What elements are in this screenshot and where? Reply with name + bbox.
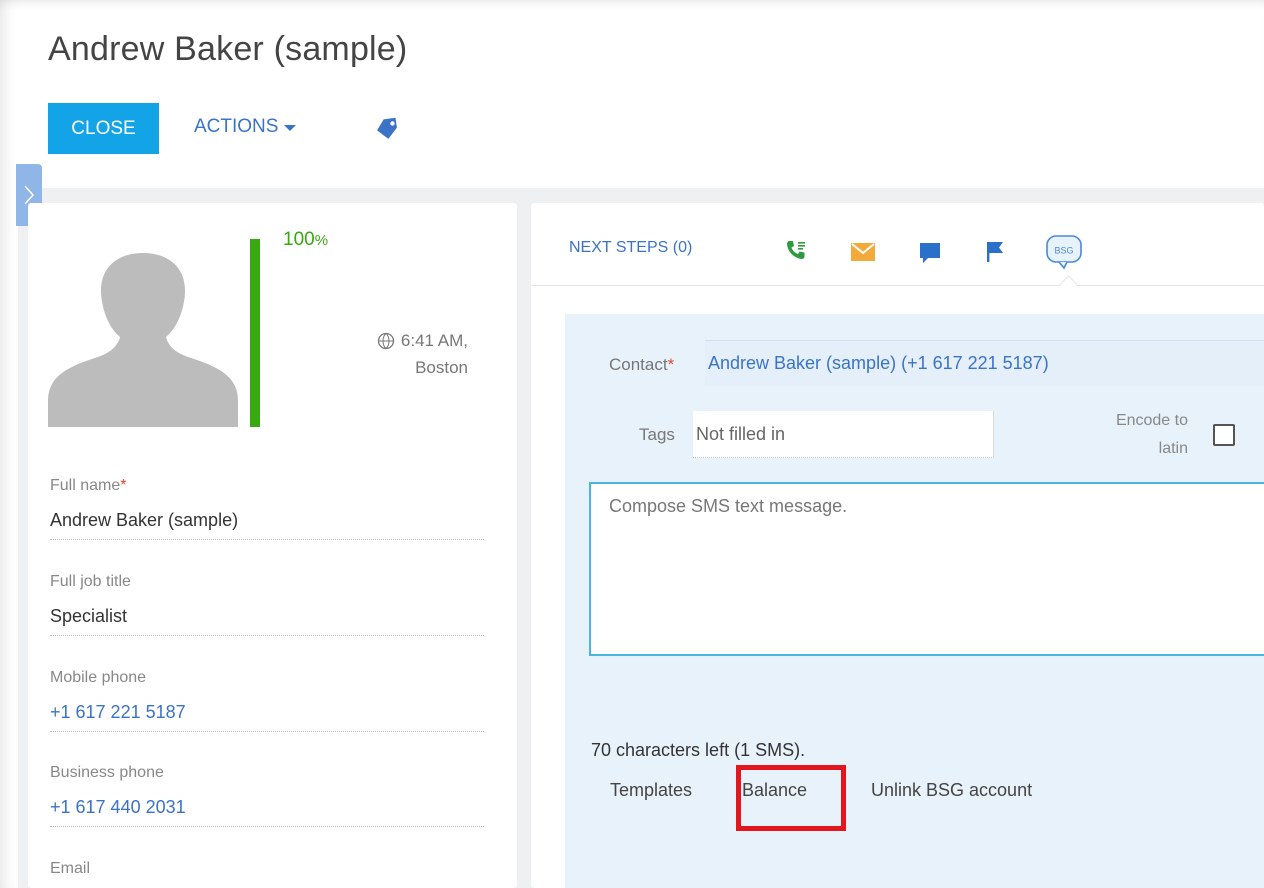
encode-to-latin-checkbox[interactable] — [1213, 424, 1235, 446]
email-field[interactable]: Email — [50, 860, 484, 878]
completeness-label: 100% — [283, 229, 328, 251]
field-label: Mobile phone — [50, 669, 147, 686]
actions-label: ACTIONS — [194, 116, 279, 137]
local-time: 6:41 AM, Boston — [348, 327, 468, 381]
job-title-value: Specialist — [50, 606, 484, 636]
sms-message-input[interactable]: Compose SMS text message. — [589, 482, 1264, 656]
time-text: 6:41 AM, — [400, 331, 468, 350]
contact-lookup[interactable]: Andrew Baker (sample) (+1 617 221 5187) — [705, 340, 1264, 386]
encode-label-line1: Encode to — [1115, 412, 1188, 429]
full-name-value: Andrew Baker (sample) — [50, 510, 484, 540]
completeness-bar — [250, 239, 260, 427]
actions-dropdown[interactable]: ACTIONS — [194, 116, 297, 138]
flag-icon[interactable] — [986, 241, 1004, 268]
chat-icon[interactable] — [919, 242, 941, 269]
mobile-phone-link[interactable]: +1 617 221 5187 — [50, 702, 484, 732]
required-marker: * — [667, 355, 675, 374]
field-label: Business phone — [50, 764, 164, 781]
phone-icon[interactable] — [785, 239, 807, 266]
email-icon[interactable] — [851, 243, 875, 266]
contact-label-text: Contact — [609, 355, 668, 374]
tabs-bar: NEXT STEPS (0) BSG — [531, 203, 1264, 286]
bsg-sms-icon[interactable]: BSG — [1045, 234, 1083, 275]
tag-icon[interactable] — [375, 117, 401, 144]
encode-label-line2: latin — [1158, 440, 1188, 457]
templates-link[interactable]: Templates — [610, 780, 692, 801]
completeness-unit: % — [314, 232, 329, 249]
profile-card: 100% 6:41 AM, Boston Full name* Andrew B… — [28, 203, 517, 888]
next-steps-tab[interactable]: NEXT STEPS (0) — [569, 239, 692, 257]
full-name-field[interactable]: Full name* Andrew Baker (sample) — [50, 477, 484, 540]
caret-down-icon — [284, 125, 297, 131]
contact-label: Contact* — [609, 355, 674, 375]
tags-input[interactable]: Not filled in — [693, 411, 994, 458]
encode-to-latin-label: Encode to latin — [1065, 407, 1188, 463]
sms-panel: Contact* Andrew Baker (sample) (+1 617 2… — [565, 314, 1264, 888]
avatar[interactable] — [48, 249, 238, 432]
bsg-badge-text: BSG — [1054, 246, 1073, 256]
balance-link[interactable]: Balance — [742, 780, 807, 801]
globe-clock-icon — [377, 332, 395, 349]
page-title: Andrew Baker (sample) — [48, 30, 408, 68]
next-steps-card: NEXT STEPS (0) BSG Contact* Andrew Baker… — [531, 203, 1264, 888]
city-text: Boston — [415, 358, 468, 377]
field-label: Full job title — [50, 573, 131, 590]
mobile-phone-field[interactable]: Mobile phone +1 617 221 5187 — [50, 669, 484, 732]
job-title-field[interactable]: Full job title Specialist — [50, 573, 484, 636]
business-phone-link[interactable]: +1 617 440 2031 — [50, 797, 484, 827]
business-phone-field[interactable]: Business phone +1 617 440 2031 — [50, 764, 484, 827]
required-marker: * — [120, 477, 127, 494]
tags-label: Tags — [639, 425, 675, 444]
field-label: Email — [50, 860, 91, 877]
completeness-fill — [250, 239, 260, 427]
unlink-bsg-account-link[interactable]: Unlink BSG account — [871, 780, 1032, 801]
field-label: Full name — [50, 477, 121, 494]
characters-left-counter: 70 characters left (1 SMS). — [591, 740, 806, 760]
close-button[interactable]: CLOSE — [48, 103, 159, 154]
completeness-value: 100 — [283, 229, 315, 250]
